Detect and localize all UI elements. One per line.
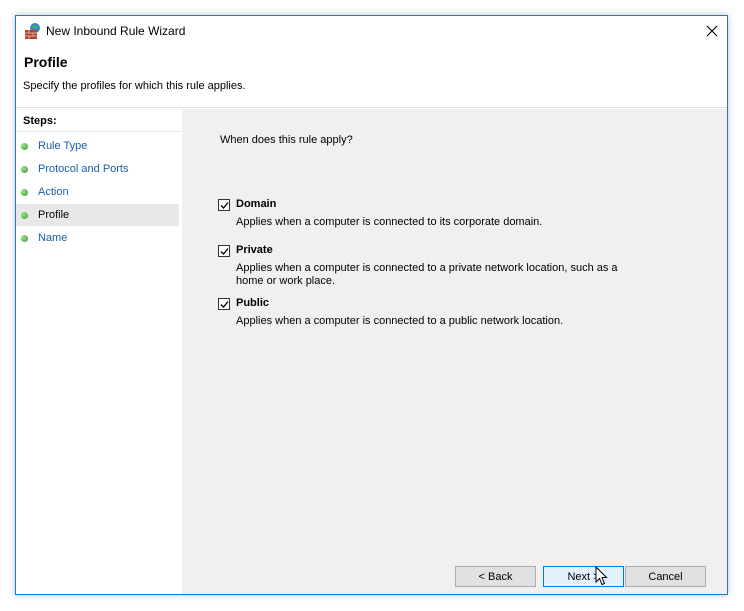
private-label[interactable]: Private — [236, 244, 273, 256]
green-dot-icon — [21, 211, 28, 219]
question-label: When does this rule apply? — [220, 134, 353, 146]
page-subtitle: Specify the profiles for which this rule… — [23, 80, 246, 92]
public-checkbox[interactable] — [218, 298, 230, 310]
window-title: New Inbound Rule Wizard — [46, 24, 186, 38]
domain-checkbox[interactable] — [218, 199, 230, 211]
domain-label[interactable]: Domain — [236, 198, 276, 210]
green-dot-icon — [21, 142, 28, 150]
public-label[interactable]: Public — [236, 297, 269, 309]
title-bar[interactable]: New Inbound Rule Wizard — [16, 16, 727, 46]
back-button[interactable]: < Back — [455, 566, 536, 587]
checkmark-icon — [220, 202, 229, 209]
domain-description: Applies when a computer is connected to … — [236, 216, 543, 228]
sidebar-item-name[interactable]: Name — [16, 227, 179, 249]
sidebar-item-rule-type[interactable]: Rule Type — [16, 135, 179, 157]
sidebar-item-protocol-and-ports[interactable]: Protocol and Ports — [16, 158, 179, 180]
sidebar-item-label: Name — [38, 232, 68, 244]
wizard-header: Profile Specify the profiles for which t… — [16, 46, 727, 108]
green-dot-icon — [21, 188, 28, 196]
steps-title: Steps: — [23, 115, 57, 127]
sidebar-item-label: Profile — [38, 209, 70, 221]
green-dot-icon — [21, 165, 28, 173]
checkmark-icon — [220, 248, 229, 255]
close-button[interactable] — [697, 16, 727, 46]
cancel-button[interactable]: Cancel — [625, 566, 706, 587]
sidebar-item-profile[interactable]: Profile — [16, 204, 179, 226]
next-button[interactable]: Next > — [543, 566, 624, 587]
mouse-pointer-icon — [595, 566, 608, 586]
private-description: Applies when a computer is connected to … — [236, 262, 618, 287]
sidebar-item-action[interactable]: Action — [16, 181, 179, 203]
green-dot-icon — [21, 234, 28, 242]
close-icon — [706, 25, 718, 37]
sidebar-item-label: Rule Type — [38, 140, 88, 152]
firewall-brick-globe-icon — [25, 23, 40, 39]
private-checkbox[interactable] — [218, 245, 230, 257]
sidebar-item-label: Action — [38, 186, 69, 198]
steps-sidebar: Steps: Rule Type Protocol and Ports Acti… — [16, 109, 181, 594]
public-description: Applies when a computer is connected to … — [236, 315, 564, 327]
steps-divider — [16, 131, 181, 132]
wizard-window: New Inbound Rule Wizard Profile Specify … — [15, 15, 728, 595]
header-divider — [16, 107, 727, 108]
sidebar-item-label: Protocol and Ports — [38, 163, 129, 175]
checkmark-icon — [220, 301, 229, 308]
main-content: When does this rule apply? Domain Applie… — [182, 109, 727, 594]
page-title: Profile — [24, 54, 68, 70]
